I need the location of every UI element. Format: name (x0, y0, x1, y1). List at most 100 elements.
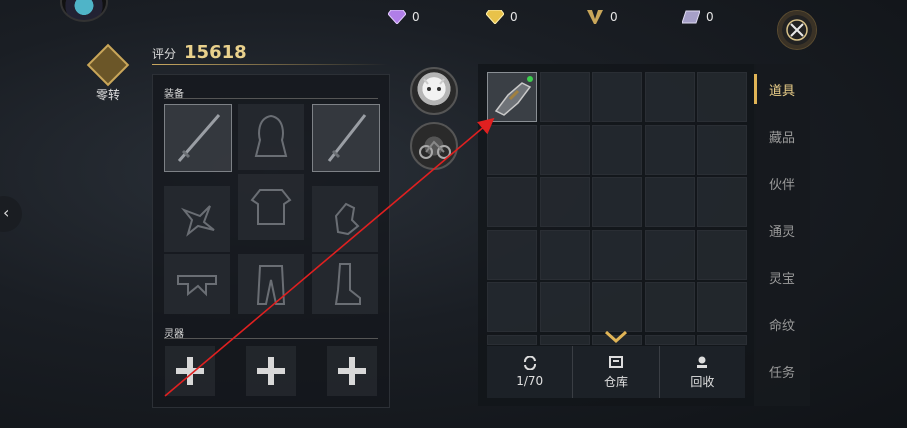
currency-value: 0 (412, 10, 420, 24)
inventory-cell[interactable] (539, 229, 590, 280)
score: 评分 15618 (152, 42, 247, 63)
tab-1[interactable]: 藏品 (754, 127, 810, 146)
armor-icon (250, 189, 292, 225)
shuriken-icon (180, 205, 215, 237)
inventory-cell[interactable] (697, 124, 747, 175)
currency-value: 0 (510, 10, 518, 24)
inventory-cell[interactable] (644, 124, 695, 175)
spirit-divider (164, 338, 378, 339)
plus-icon (176, 357, 204, 385)
inventory-cell[interactable] (697, 282, 747, 332)
equipment-slot-offhand[interactable] (312, 104, 380, 172)
inventory-cell[interactable] (592, 282, 642, 332)
inventory-cell[interactable] (592, 124, 642, 175)
spirit-slot-1[interactable] (165, 346, 215, 396)
warehouse-icon (608, 355, 623, 368)
inventory-cell[interactable] (487, 177, 537, 227)
inventory-cell[interactable] (539, 72, 590, 122)
inventory-cell[interactable] (592, 177, 642, 227)
boot-icon (334, 263, 361, 305)
tab-0[interactable]: 道具 (754, 80, 810, 99)
inventory-cell[interactable] (487, 334, 537, 345)
sword-icon (177, 114, 221, 162)
ticket-icon (682, 10, 700, 24)
inventory-cell[interactable] (539, 282, 590, 332)
inventory-cell[interactable] (697, 229, 747, 280)
currency-value: 0 (706, 10, 714, 24)
recycle-button[interactable]: 回收 (660, 346, 745, 398)
currency-ticket: 0 (682, 10, 714, 24)
inventory-cell[interactable] (592, 72, 642, 122)
motorcycle-icon (419, 140, 451, 159)
equipment-slot-weapon[interactable] (164, 104, 232, 172)
zero-turn-emblem-icon (86, 43, 130, 87)
back-button[interactable]: ‹ (0, 196, 22, 232)
score-value: 15618 (184, 42, 247, 63)
inventory-capacity: 1/70 (516, 374, 544, 388)
category-tabs: 道具藏品伙伴通灵灵宝命纹任务 (754, 64, 810, 406)
equipment-slot-hands[interactable] (312, 186, 378, 252)
tab-6[interactable]: 任务 (754, 362, 810, 381)
tab-5[interactable]: 命纹 (754, 315, 810, 334)
inventory-cell[interactable] (487, 282, 537, 332)
equipment-slot-body[interactable] (238, 174, 304, 240)
spirit-slot-3[interactable] (327, 346, 377, 396)
refresh-icon (523, 356, 536, 370)
inventory-cell[interactable] (644, 229, 695, 280)
inventory-cell[interactable] (697, 334, 747, 345)
score-divider (152, 64, 388, 65)
plus-icon (338, 357, 366, 385)
score-label: 评分 (152, 47, 177, 61)
chevron-left-icon: ‹ (3, 203, 10, 222)
equipment-slot-head[interactable] (238, 104, 304, 170)
chevron-down-icon[interactable] (604, 330, 628, 344)
inventory-cell[interactable] (539, 177, 590, 227)
pants-icon (256, 265, 286, 305)
inventory-cell[interactable] (697, 72, 747, 122)
close-icon (786, 19, 808, 41)
inventory-cell[interactable] (644, 334, 695, 345)
sort-button[interactable]: 1/70 (487, 346, 574, 398)
pet-slot-1[interactable] (410, 67, 458, 115)
player-avatar[interactable] (60, 0, 108, 22)
zero-turn-label: 零转 (95, 88, 120, 102)
belt-icon (177, 275, 217, 297)
hooded-cloak-icon (254, 114, 288, 157)
equipment-slot-feet[interactable] (312, 254, 378, 314)
gauntlet-icon (494, 76, 533, 116)
inventory-cell[interactable] (644, 72, 695, 122)
tab-4[interactable]: 灵宝 (754, 268, 810, 287)
currency-v-coin: 0 (586, 10, 618, 24)
currency-value: 0 (610, 10, 618, 24)
inventory-cell[interactable] (644, 177, 695, 227)
equipment-panel: 装备 灵器 (152, 74, 390, 408)
equipment-slot-waist[interactable] (164, 254, 230, 314)
inventory-cell[interactable] (539, 334, 590, 345)
equipment-slot-accessory[interactable] (164, 186, 230, 252)
pet-slot-2[interactable] (410, 122, 458, 170)
warehouse-label: 仓库 (603, 374, 628, 389)
tab-3[interactable]: 通灵 (754, 221, 810, 240)
close-button[interactable] (777, 10, 817, 50)
purple-diamond-icon (388, 10, 406, 24)
spirit-slot-2[interactable] (246, 346, 296, 396)
plus-icon (257, 357, 285, 385)
equipment-slot-legs[interactable] (238, 254, 304, 314)
inventory-cell[interactable] (697, 177, 747, 227)
inventory-cell[interactable] (487, 229, 537, 280)
zero-turn-button[interactable]: 零转 (86, 43, 130, 103)
inventory-toolbar: 1/70 仓库 回收 (487, 346, 745, 398)
currency-purple-diamond: 0 (388, 10, 420, 24)
inventory-cell[interactable] (592, 229, 642, 280)
currency-gold-diamond: 0 (486, 10, 518, 24)
white-cat-icon (423, 78, 445, 91)
inventory-cell[interactable] (539, 124, 590, 175)
tab-2[interactable]: 伙伴 (754, 174, 810, 193)
inventory-cell[interactable] (487, 124, 537, 175)
equipment-divider (164, 98, 378, 99)
recycle-icon (697, 356, 708, 368)
inventory-cell[interactable] (644, 282, 695, 332)
gold-diamond-icon (486, 10, 504, 24)
warehouse-button[interactable]: 仓库 (573, 346, 660, 398)
inventory-item[interactable] (487, 72, 537, 122)
